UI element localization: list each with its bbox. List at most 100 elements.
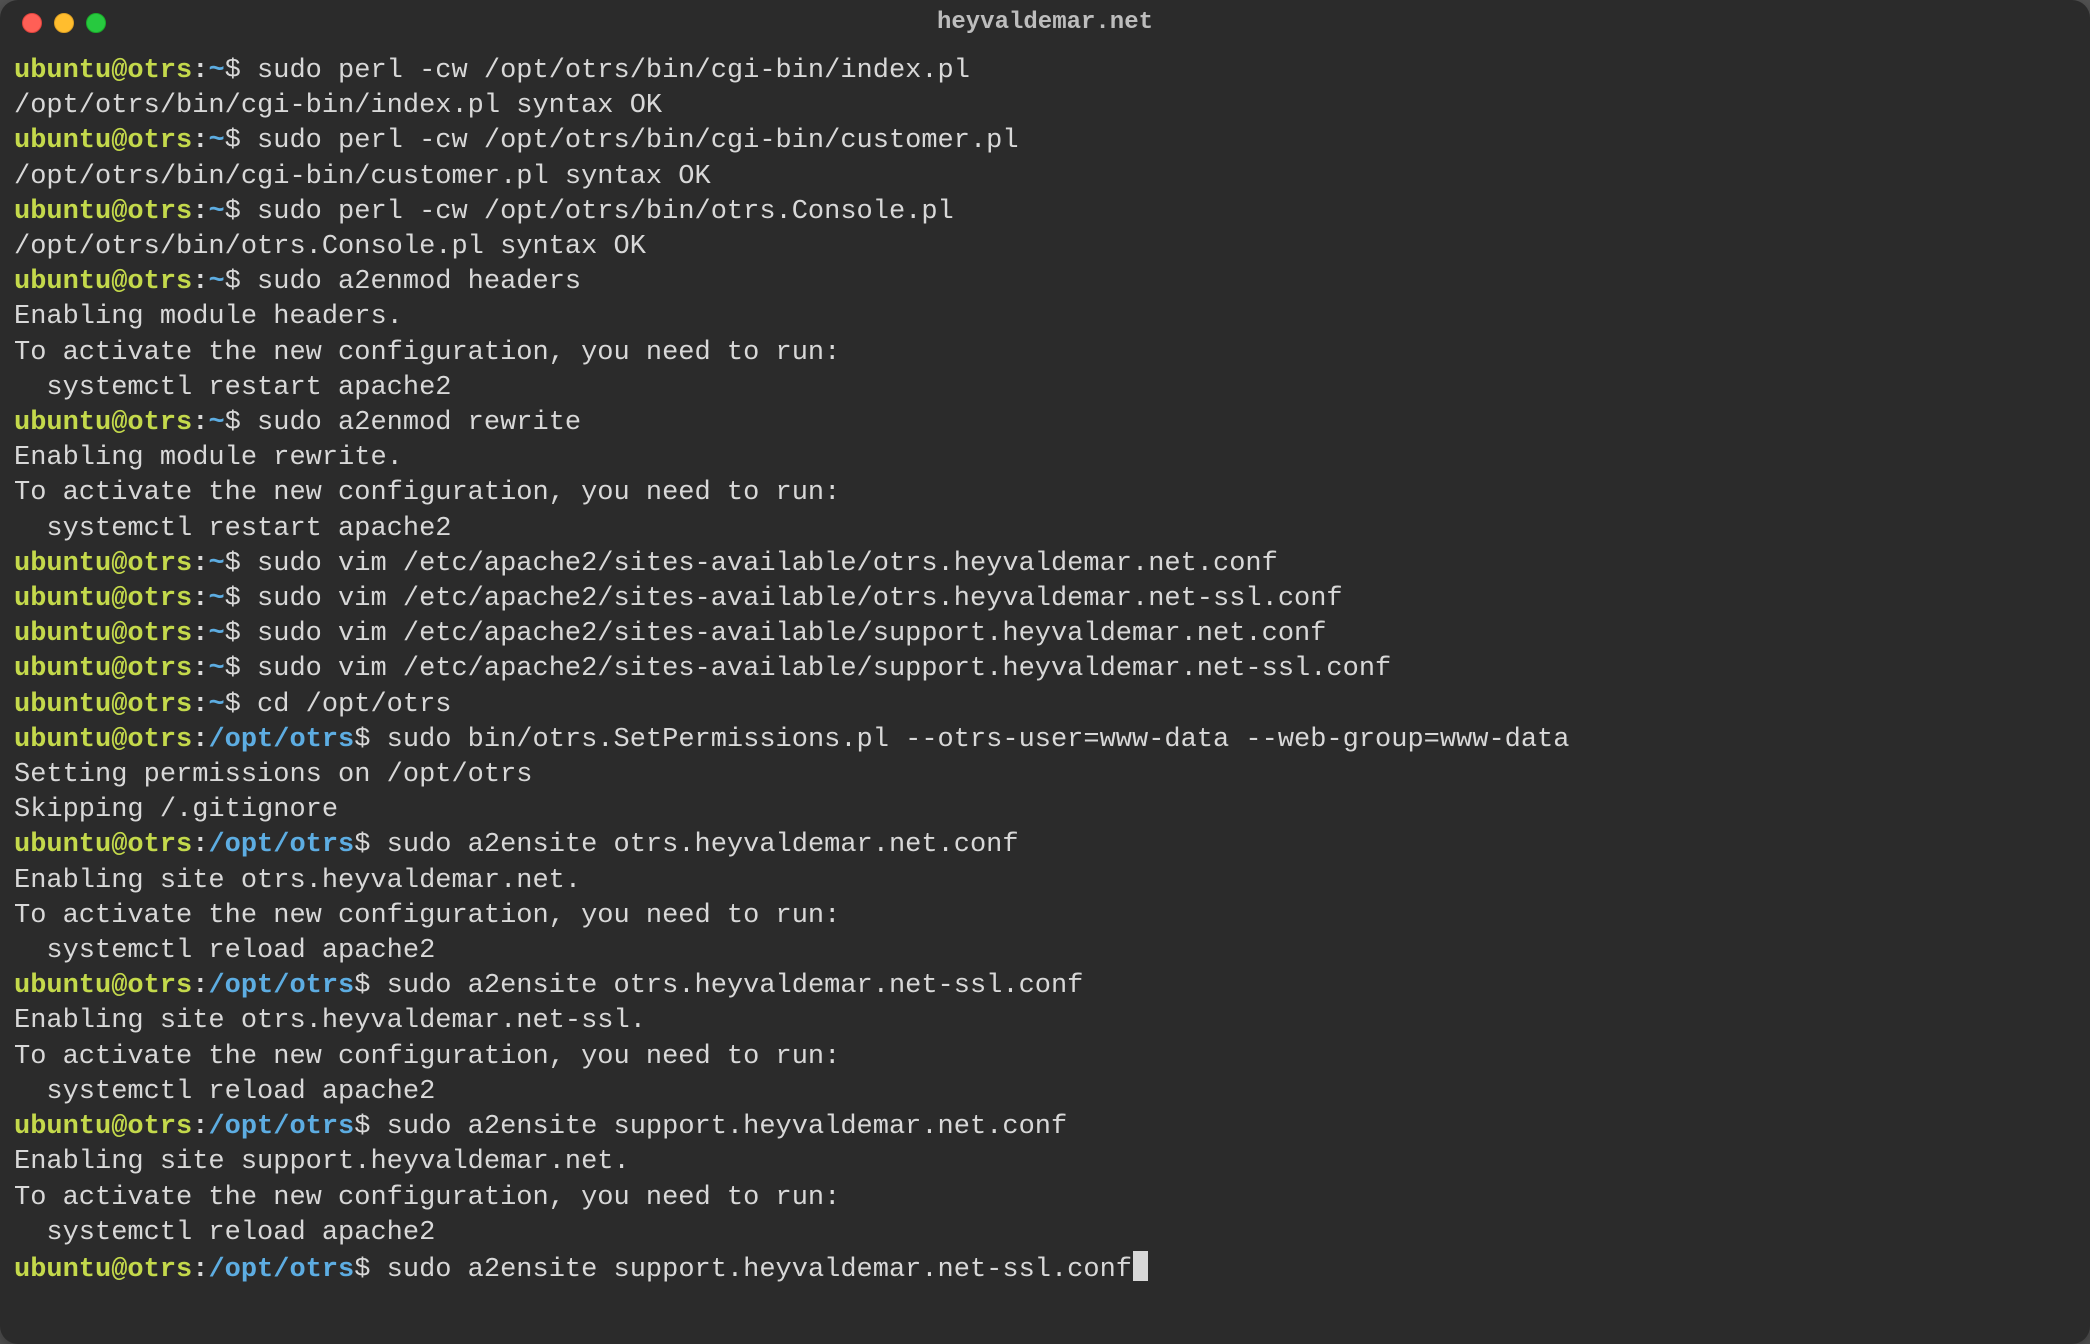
terminal-command-line: ubuntu@otrs:~$ sudo perl -cw /opt/otrs/b… <box>14 54 2076 89</box>
prompt-colon: : <box>192 408 208 438</box>
prompt-path-home: ~ <box>208 619 224 649</box>
prompt-user-host: ubuntu@otrs <box>14 549 192 579</box>
prompt-colon: : <box>192 197 208 227</box>
terminal-command: sudo vim /etc/apache2/sites-available/su… <box>257 619 1326 649</box>
terminal-output-line: Enabling site support.heyvaldemar.net. <box>14 1145 2076 1180</box>
prompt-path-home: ~ <box>208 408 224 438</box>
prompt-symbol: $ <box>354 971 386 1001</box>
terminal-output-line: Enabling module rewrite. <box>14 441 2076 476</box>
terminal-command: sudo a2ensite support.heyvaldemar.net-ss… <box>387 1255 1132 1285</box>
prompt-symbol: $ <box>225 619 257 649</box>
terminal-command: sudo perl -cw /opt/otrs/bin/cgi-bin/cust… <box>257 126 1019 156</box>
terminal-output-line: Skipping /.gitignore <box>14 793 2076 828</box>
terminal-command: sudo bin/otrs.SetPermissions.pl --otrs-u… <box>387 725 1570 755</box>
cursor-icon <box>1133 1251 1148 1281</box>
terminal-command-line: ubuntu@otrs:~$ sudo vim /etc/apache2/sit… <box>14 617 2076 652</box>
prompt-user-host: ubuntu@otrs <box>14 690 192 720</box>
prompt-colon: : <box>192 654 208 684</box>
terminal-command-line: ubuntu@otrs:~$ sudo vim /etc/apache2/sit… <box>14 547 2076 582</box>
prompt-symbol: $ <box>225 126 257 156</box>
terminal-command-line: ubuntu@otrs:/opt/otrs$ sudo bin/otrs.Set… <box>14 723 2076 758</box>
terminal-output-line: systemctl reload apache2 <box>14 934 2076 969</box>
prompt-user-host: ubuntu@otrs <box>14 126 192 156</box>
prompt-colon: : <box>192 584 208 614</box>
terminal-command: sudo a2ensite otrs.heyvaldemar.net.conf <box>387 830 1019 860</box>
prompt-user-host: ubuntu@otrs <box>14 56 192 86</box>
terminal-output-line: systemctl restart apache2 <box>14 371 2076 406</box>
prompt-symbol: $ <box>225 584 257 614</box>
terminal-command: sudo a2ensite otrs.heyvaldemar.net-ssl.c… <box>387 971 1084 1001</box>
prompt-user-host: ubuntu@otrs <box>14 584 192 614</box>
terminal-output-line: systemctl reload apache2 <box>14 1075 2076 1110</box>
prompt-colon: : <box>192 971 208 1001</box>
minimize-icon[interactable] <box>54 13 74 33</box>
terminal-output-line: To activate the new configuration, you n… <box>14 899 2076 934</box>
prompt-path: /opt/otrs <box>208 971 354 1001</box>
prompt-colon: : <box>192 619 208 649</box>
prompt-symbol: $ <box>225 408 257 438</box>
terminal-command: sudo a2enmod rewrite <box>257 408 581 438</box>
window-title: heyvaldemar.net <box>0 5 2090 40</box>
prompt-user-host: ubuntu@otrs <box>14 830 192 860</box>
terminal-window: heyvaldemar.net ubuntu@otrs:~$ sudo perl… <box>0 0 2090 1344</box>
terminal-command-line: ubuntu@otrs:~$ sudo vim /etc/apache2/sit… <box>14 582 2076 617</box>
terminal-command: sudo vim /etc/apache2/sites-available/ot… <box>257 584 1343 614</box>
prompt-path-home: ~ <box>208 56 224 86</box>
prompt-path: /opt/otrs <box>208 1112 354 1142</box>
prompt-colon: : <box>192 1112 208 1142</box>
terminal-command-line: ubuntu@otrs:~$ sudo vim /etc/apache2/sit… <box>14 652 2076 687</box>
terminal-output-line: To activate the new configuration, you n… <box>14 1040 2076 1075</box>
terminal-command-line: ubuntu@otrs:~$ cd /opt/otrs <box>14 688 2076 723</box>
zoom-icon[interactable] <box>86 13 106 33</box>
terminal-output-line: systemctl restart apache2 <box>14 512 2076 547</box>
terminal-command-line: ubuntu@otrs:~$ sudo a2enmod headers <box>14 265 2076 300</box>
terminal-command-line: ubuntu@otrs:~$ sudo perl -cw /opt/otrs/b… <box>14 195 2076 230</box>
prompt-colon: : <box>192 549 208 579</box>
terminal-output-line: To activate the new configuration, you n… <box>14 476 2076 511</box>
prompt-user-host: ubuntu@otrs <box>14 654 192 684</box>
prompt-path-home: ~ <box>208 126 224 156</box>
terminal-output-line: /opt/otrs/bin/cgi-bin/index.pl syntax OK <box>14 89 2076 124</box>
prompt-colon: : <box>192 830 208 860</box>
prompt-path: /opt/otrs <box>208 1255 354 1285</box>
prompt-path-home: ~ <box>208 654 224 684</box>
terminal-output-line: Enabling site otrs.heyvaldemar.net-ssl. <box>14 1004 2076 1039</box>
prompt-symbol: $ <box>225 690 257 720</box>
terminal-command: sudo a2ensite support.heyvaldemar.net.co… <box>387 1112 1068 1142</box>
prompt-path-home: ~ <box>208 197 224 227</box>
terminal-command-line-current[interactable]: ubuntu@otrs:/opt/otrs$ sudo a2ensite sup… <box>14 1251 2076 1288</box>
terminal-output-line: Setting permissions on /opt/otrs <box>14 758 2076 793</box>
prompt-path-home: ~ <box>208 549 224 579</box>
terminal-command-line: ubuntu@otrs:/opt/otrs$ sudo a2ensite otr… <box>14 828 2076 863</box>
prompt-symbol: $ <box>354 1112 386 1142</box>
terminal-command: sudo vim /etc/apache2/sites-available/ot… <box>257 549 1278 579</box>
terminal-output-line: /opt/otrs/bin/cgi-bin/customer.pl syntax… <box>14 160 2076 195</box>
prompt-path: /opt/otrs <box>208 725 354 755</box>
prompt-user-host: ubuntu@otrs <box>14 197 192 227</box>
terminal-command: cd /opt/otrs <box>257 690 451 720</box>
terminal-content[interactable]: ubuntu@otrs:~$ sudo perl -cw /opt/otrs/b… <box>0 46 2090 1288</box>
prompt-user-host: ubuntu@otrs <box>14 619 192 649</box>
title-bar: heyvaldemar.net <box>0 0 2090 46</box>
terminal-output-line: Enabling site otrs.heyvaldemar.net. <box>14 864 2076 899</box>
close-icon[interactable] <box>22 13 42 33</box>
terminal-command-line: ubuntu@otrs:~$ sudo perl -cw /opt/otrs/b… <box>14 124 2076 159</box>
prompt-symbol: $ <box>354 725 386 755</box>
prompt-path-home: ~ <box>208 267 224 297</box>
terminal-output-line: To activate the new configuration, you n… <box>14 336 2076 371</box>
prompt-symbol: $ <box>225 549 257 579</box>
prompt-path: /opt/otrs <box>208 830 354 860</box>
prompt-colon: : <box>192 126 208 156</box>
prompt-colon: : <box>192 267 208 297</box>
prompt-user-host: ubuntu@otrs <box>14 971 192 1001</box>
prompt-symbol: $ <box>225 56 257 86</box>
terminal-command: sudo perl -cw /opt/otrs/bin/otrs.Console… <box>257 197 954 227</box>
terminal-command: sudo perl -cw /opt/otrs/bin/cgi-bin/inde… <box>257 56 970 86</box>
terminal-output-line: To activate the new configuration, you n… <box>14 1181 2076 1216</box>
prompt-colon: : <box>192 690 208 720</box>
prompt-user-host: ubuntu@otrs <box>14 725 192 755</box>
terminal-command: sudo vim /etc/apache2/sites-available/su… <box>257 654 1391 684</box>
prompt-path-home: ~ <box>208 690 224 720</box>
window-controls <box>22 13 106 33</box>
prompt-symbol: $ <box>225 267 257 297</box>
